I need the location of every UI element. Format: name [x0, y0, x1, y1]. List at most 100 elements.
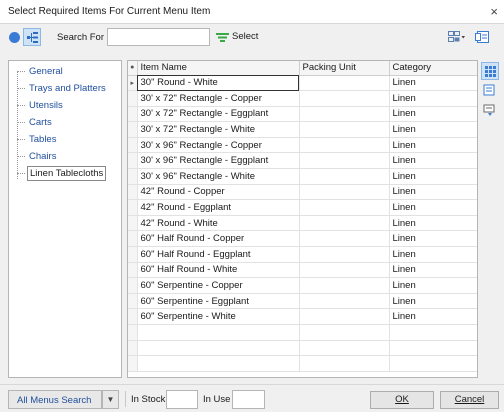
- tree-item-linen-tablecloths[interactable]: Linen Tablecloths: [17, 166, 107, 184]
- tree-item-carts[interactable]: Carts: [17, 117, 54, 133]
- table-row[interactable]: 60" Serpentine - White Linen: [128, 308, 477, 325]
- cell-category[interactable]: Linen: [389, 262, 477, 279]
- cell-packing-unit[interactable]: [299, 106, 390, 123]
- cell-packing-unit[interactable]: [299, 277, 390, 294]
- ok-button[interactable]: OK: [370, 391, 434, 409]
- tree-item-trays-and-platters[interactable]: Trays and Platters: [17, 83, 108, 99]
- row-indicator[interactable]: [128, 152, 138, 170]
- details-view-icon[interactable]: [481, 102, 499, 120]
- row-indicator[interactable]: [128, 262, 138, 279]
- cell-category[interactable]: Linen: [389, 152, 477, 170]
- cell-category[interactable]: Linen: [389, 184, 477, 201]
- row-indicator[interactable]: [128, 199, 138, 216]
- cell-category[interactable]: Linen: [389, 230, 477, 248]
- cell-item-name[interactable]: 42" Round - Eggplant: [137, 199, 300, 216]
- cell-category[interactable]: Linen: [389, 293, 477, 310]
- table-row[interactable]: 60" Serpentine - Copper Linen: [128, 277, 477, 294]
- row-indicator[interactable]: [128, 168, 138, 185]
- cell-packing-unit[interactable]: [299, 215, 390, 232]
- cell-packing-unit[interactable]: [299, 90, 390, 107]
- cell-category[interactable]: Linen: [389, 308, 477, 325]
- tree-item-general[interactable]: General: [17, 66, 65, 82]
- panel-icon[interactable]: [475, 31, 489, 46]
- cell-packing-unit[interactable]: [299, 75, 390, 92]
- cell-item-name[interactable]: 30' x 72" Rectangle - Eggplant: [137, 106, 300, 123]
- column-header-packing-unit[interactable]: Packing Unit: [299, 61, 390, 76]
- tree-item-tables[interactable]: Tables: [17, 134, 58, 150]
- cell-packing-unit[interactable]: [299, 121, 390, 138]
- filter-mode-icon[interactable]: [9, 32, 20, 43]
- cell-category[interactable]: Linen: [389, 246, 477, 263]
- cell-category[interactable]: Linen: [389, 199, 477, 216]
- search-input[interactable]: [107, 28, 210, 46]
- tree-item-utensils[interactable]: Utensils: [17, 100, 65, 116]
- cell-packing-unit[interactable]: [299, 168, 390, 185]
- table-row[interactable]: 30' x 72" Rectangle - White Linen: [128, 121, 477, 138]
- in-use-field[interactable]: [232, 390, 265, 409]
- cell-packing-unit[interactable]: [299, 262, 390, 279]
- table-row[interactable]: 60" Half Round - Copper Linen: [128, 230, 477, 248]
- table-row[interactable]: ▸ 30" Round - White Linen: [128, 75, 477, 92]
- tree-item-chairs[interactable]: Chairs: [17, 151, 58, 167]
- cell-item-name[interactable]: 30" Round - White: [137, 75, 300, 92]
- cell-item-name[interactable]: 30' x 72" Rectangle - White: [137, 121, 300, 138]
- row-indicator[interactable]: [128, 277, 138, 294]
- cell-item-name[interactable]: 30' x 96" Rectangle - White: [137, 168, 300, 185]
- cell-item-name[interactable]: 30' x 96" Rectangle - Copper: [137, 137, 300, 154]
- table-row[interactable]: 60" Half Round - White Linen: [128, 262, 477, 279]
- row-indicator[interactable]: [128, 215, 138, 232]
- cell-packing-unit[interactable]: [299, 230, 390, 248]
- cell-item-name[interactable]: 30' x 96" Rectangle - Eggplant: [137, 152, 300, 170]
- row-indicator[interactable]: [128, 137, 138, 154]
- row-indicator[interactable]: [128, 90, 138, 107]
- cell-packing-unit[interactable]: [299, 199, 390, 216]
- table-row[interactable]: 30' x 96" Rectangle - Eggplant Linen: [128, 152, 477, 170]
- cell-packing-unit[interactable]: [299, 246, 390, 263]
- row-indicator[interactable]: [128, 246, 138, 263]
- cell-packing-unit[interactable]: [299, 152, 390, 170]
- table-row[interactable]: 42" Round - Eggplant Linen: [128, 199, 477, 216]
- grid-view-icon[interactable]: [481, 62, 499, 80]
- row-indicator[interactable]: [128, 293, 138, 310]
- cancel-button[interactable]: Cancel: [440, 391, 499, 409]
- cell-category[interactable]: Linen: [389, 137, 477, 154]
- cell-packing-unit[interactable]: [299, 308, 390, 325]
- cell-item-name[interactable]: 60" Half Round - Copper: [137, 230, 300, 248]
- cell-category[interactable]: Linen: [389, 75, 477, 92]
- list-view-icon[interactable]: [481, 82, 499, 100]
- table-row[interactable]: 30' x 96" Rectangle - Copper Linen: [128, 137, 477, 154]
- cell-packing-unit[interactable]: [299, 184, 390, 201]
- cell-item-name[interactable]: 30' x 72" Rectangle - Copper: [137, 90, 300, 107]
- cell-item-name[interactable]: 42" Round - Copper: [137, 184, 300, 201]
- close-icon[interactable]: ×: [490, 4, 498, 19]
- cell-packing-unit[interactable]: [299, 293, 390, 310]
- cell-item-name[interactable]: 60" Serpentine - White: [137, 308, 300, 325]
- table-row[interactable]: 30' x 96" Rectangle - White Linen: [128, 168, 477, 185]
- cell-category[interactable]: Linen: [389, 90, 477, 107]
- row-indicator[interactable]: [128, 184, 138, 201]
- in-stock-field[interactable]: [166, 390, 198, 409]
- table-row[interactable]: 30' x 72" Rectangle - Copper Linen: [128, 90, 477, 107]
- cell-category[interactable]: Linen: [389, 106, 477, 123]
- cell-item-name[interactable]: 60" Serpentine - Eggplant: [137, 293, 300, 310]
- cell-category[interactable]: Linen: [389, 277, 477, 294]
- row-indicator[interactable]: [128, 230, 138, 248]
- chevron-down-icon[interactable]: ▼: [102, 390, 119, 409]
- cell-category[interactable]: Linen: [389, 168, 477, 185]
- cell-item-name[interactable]: 60" Half Round - Eggplant: [137, 246, 300, 263]
- layout-dropdown-icon[interactable]: [448, 31, 466, 46]
- row-indicator[interactable]: [128, 106, 138, 123]
- all-menus-search-button[interactable]: All Menus Search: [8, 390, 102, 409]
- column-header-item-name[interactable]: Item Name: [137, 61, 300, 76]
- tree-view-button[interactable]: [23, 28, 41, 46]
- row-indicator[interactable]: [128, 308, 138, 325]
- table-row[interactable]: 42" Round - White Linen: [128, 215, 477, 232]
- table-row[interactable]: 60" Half Round - Eggplant Linen: [128, 246, 477, 263]
- cell-category[interactable]: Linen: [389, 121, 477, 138]
- cell-item-name[interactable]: 60" Half Round - White: [137, 262, 300, 279]
- cell-item-name[interactable]: 60" Serpentine - Copper: [137, 277, 300, 294]
- select-button[interactable]: Select: [216, 28, 258, 46]
- table-row[interactable]: 30' x 72" Rectangle - Eggplant Linen: [128, 106, 477, 123]
- current-row-indicator-icon[interactable]: ▸: [128, 75, 138, 92]
- table-row[interactable]: 42" Round - Copper Linen: [128, 184, 477, 201]
